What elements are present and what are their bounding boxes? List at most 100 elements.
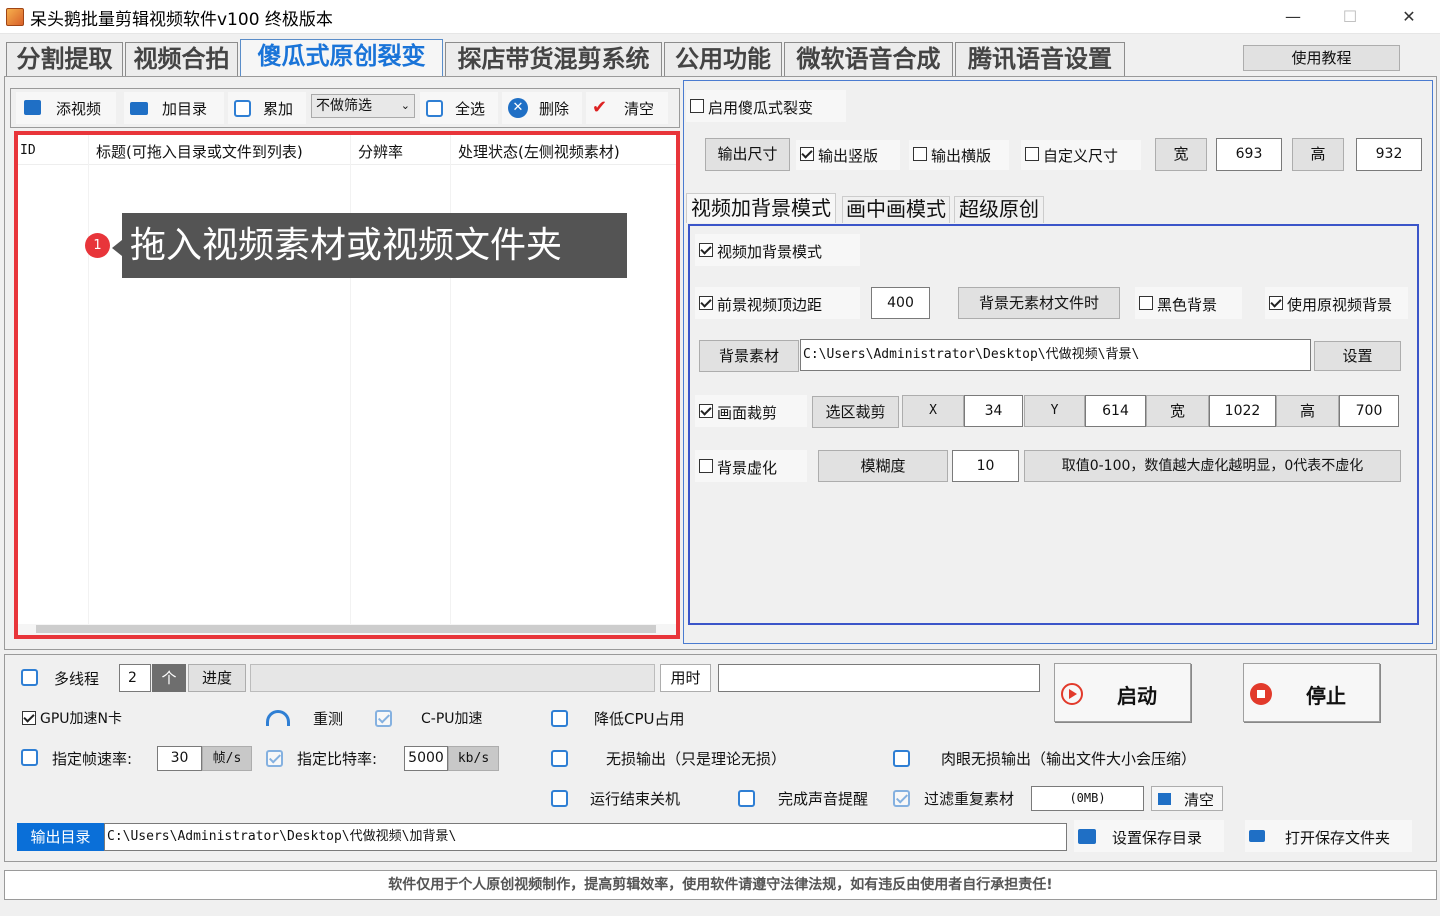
output-horizontal-toggle[interactable]: 输出横版 xyxy=(909,140,1009,170)
crop-toggle[interactable]: 画面裁剪 xyxy=(695,395,807,427)
maximize-button[interactable]: ☐ xyxy=(1327,2,1373,32)
width-input[interactable]: 693 xyxy=(1216,138,1282,171)
output-horizontal-checkbox[interactable] xyxy=(913,147,927,161)
set-save-dir-label: 设置保存目录 xyxy=(1112,829,1203,847)
crop-x-input[interactable]: 34 xyxy=(964,395,1023,427)
subtab-pip[interactable]: 画中画模式 xyxy=(842,196,950,223)
blur-value-input[interactable]: 10 xyxy=(952,450,1019,482)
fg-margin-toggle[interactable]: 前景视频顶边距 xyxy=(695,287,860,319)
output-horizontal-label: 输出横版 xyxy=(931,147,992,165)
cpu-accel-checkbox[interactable] xyxy=(375,710,392,727)
subtab-bg-mode[interactable]: 视频加背景模式 xyxy=(686,193,836,223)
lossless-checkbox[interactable] xyxy=(551,750,568,767)
gpu-checkbox[interactable] xyxy=(22,711,36,725)
horizontal-scrollbar[interactable] xyxy=(18,624,676,635)
start-button[interactable]: 启动 xyxy=(1054,663,1191,722)
stop-button[interactable]: 停止 xyxy=(1243,663,1380,722)
tab-tencent-tts[interactable]: 腾讯语音设置 xyxy=(955,42,1125,76)
enable-fission-checkbox[interactable] xyxy=(690,99,704,113)
output-size-button[interactable]: 输出尺寸 xyxy=(705,138,790,171)
bitrate-checkbox[interactable] xyxy=(266,750,283,767)
visual-lossless-checkbox[interactable] xyxy=(893,750,910,767)
tab-video-duet[interactable]: 视频合拍 xyxy=(125,42,238,76)
stop-icon xyxy=(1250,683,1272,705)
clear-list-button[interactable]: ✔ 清空 xyxy=(586,92,668,124)
bg-no-material-button[interactable]: 背景无素材文件时 xyxy=(958,287,1120,319)
enable-fission-toggle[interactable]: 启用傻瓜式裂变 xyxy=(686,90,846,122)
minimize-button[interactable]: — xyxy=(1270,2,1316,32)
accumulate-toggle[interactable]: 累加 xyxy=(228,92,306,124)
col-title[interactable]: 标题(可拖入目录或文件到列表) xyxy=(96,141,303,162)
fps-label: 指定帧速率: xyxy=(52,750,133,768)
col-status[interactable]: 处理状态(左侧视频素材) xyxy=(458,141,620,162)
black-bg-toggle[interactable]: 黑色背景 xyxy=(1135,287,1242,319)
dup-size-field: (0MB) xyxy=(1031,786,1144,811)
filter-dup-checkbox[interactable] xyxy=(893,790,910,807)
tab-split-extract[interactable]: 分割提取 xyxy=(6,42,123,76)
bg-mode-label: 视频加背景模式 xyxy=(717,243,823,261)
subtab-super[interactable]: 超级原创 xyxy=(954,196,1044,223)
tab-store-mix[interactable]: 探店带货混剪系统 xyxy=(445,42,662,76)
col-resolution[interactable]: 分辨率 xyxy=(358,141,403,162)
add-video-button[interactable]: 添视频 xyxy=(16,92,116,124)
fg-margin-checkbox[interactable] xyxy=(699,296,713,310)
tab-common[interactable]: 公用功能 xyxy=(664,42,782,76)
output-dir-label: 输出目录 xyxy=(17,823,104,851)
select-all-toggle[interactable]: 全选 xyxy=(420,92,498,124)
output-vertical-checkbox[interactable] xyxy=(800,147,814,161)
bitrate-input[interactable]: 5000 xyxy=(404,746,448,771)
bg-mode-toggle[interactable]: 视频加背景模式 xyxy=(695,234,860,266)
use-orig-bg-toggle[interactable]: 使用原视频背景 xyxy=(1265,287,1408,319)
tab-ms-tts[interactable]: 微软语音合成 xyxy=(784,42,953,76)
custom-size-toggle[interactable]: 自定义尺寸 xyxy=(1021,140,1141,170)
black-bg-checkbox[interactable] xyxy=(1139,296,1153,310)
window-title: 呆头鹅批量剪辑视频软件v100 终极版本 xyxy=(30,10,333,30)
crop-h-input[interactable]: 700 xyxy=(1339,395,1399,427)
lower-cpu-checkbox[interactable] xyxy=(551,710,568,727)
retest-button[interactable]: 重测 xyxy=(313,708,343,729)
col-id[interactable]: ID xyxy=(20,143,36,158)
sound-alert-label: 完成声音提醒 xyxy=(778,790,869,808)
blur-degree-button[interactable]: 模糊度 xyxy=(818,450,948,482)
delete-button[interactable]: ✕ 删除 xyxy=(502,92,582,124)
set-save-dir-button[interactable]: 设置保存目录 xyxy=(1074,820,1224,852)
crop-label: 画面裁剪 xyxy=(717,404,778,422)
crop-y-input[interactable]: 614 xyxy=(1085,395,1146,427)
open-save-dir-button[interactable]: 打开保存文件夹 xyxy=(1245,820,1412,852)
output-vertical-toggle[interactable]: 输出竖版 xyxy=(796,140,900,170)
bg-path-input[interactable]: C:\Users\Administrator\Desktop\代做视频\背景\ xyxy=(800,339,1311,371)
blur-toggle[interactable]: 背景虚化 xyxy=(695,450,807,482)
column-divider xyxy=(350,135,351,635)
close-button[interactable]: ✕ xyxy=(1386,2,1432,32)
add-dir-button[interactable]: 加目录 xyxy=(124,92,224,124)
crop-w-input[interactable]: 1022 xyxy=(1209,395,1276,427)
blur-checkbox[interactable] xyxy=(699,459,713,473)
shutdown-checkbox[interactable] xyxy=(551,790,568,807)
crop-checkbox[interactable] xyxy=(699,404,713,418)
scrollbar-thumb[interactable] xyxy=(36,625,656,633)
accumulate-checkbox[interactable] xyxy=(234,100,251,117)
select-crop-button[interactable]: 选区裁剪 xyxy=(812,396,899,428)
shutdown-label: 运行结束关机 xyxy=(590,790,681,808)
tab-fission[interactable]: 傻瓜式原创裂变 xyxy=(240,39,443,76)
video-list[interactable]: ID 标题(可拖入目录或文件到列表) 分辨率 处理状态(左侧视频素材) xyxy=(14,131,680,639)
custom-size-checkbox[interactable] xyxy=(1025,147,1039,161)
fg-margin-input[interactable]: 400 xyxy=(871,287,930,319)
sound-alert-checkbox[interactable] xyxy=(738,790,755,807)
use-orig-bg-checkbox[interactable] xyxy=(1269,296,1283,310)
fps-checkbox[interactable] xyxy=(21,749,38,766)
fps-input[interactable]: 30 xyxy=(157,746,202,771)
thread-count-input[interactable]: 2 xyxy=(119,664,151,692)
multithread-label: 多线程 xyxy=(54,670,100,688)
bg-mode-checkbox[interactable] xyxy=(699,243,713,257)
select-all-checkbox[interactable] xyxy=(426,100,443,117)
bg-material-button[interactable]: 背景素材 xyxy=(699,340,799,372)
output-dir-input[interactable]: C:\Users\Administrator\Desktop\代做视频\加背景\ xyxy=(104,823,1067,851)
clear-dup-button[interactable]: 清空 xyxy=(1151,786,1223,811)
height-input[interactable]: 932 xyxy=(1356,138,1422,171)
multithread-checkbox[interactable] xyxy=(21,669,38,686)
bg-set-button[interactable]: 设置 xyxy=(1314,341,1401,371)
lower-cpu-label: 降低CPU占用 xyxy=(594,710,685,728)
filter-select[interactable]: 不做筛选 ⌄ xyxy=(311,94,415,118)
help-button[interactable]: 使用教程 xyxy=(1243,45,1400,71)
